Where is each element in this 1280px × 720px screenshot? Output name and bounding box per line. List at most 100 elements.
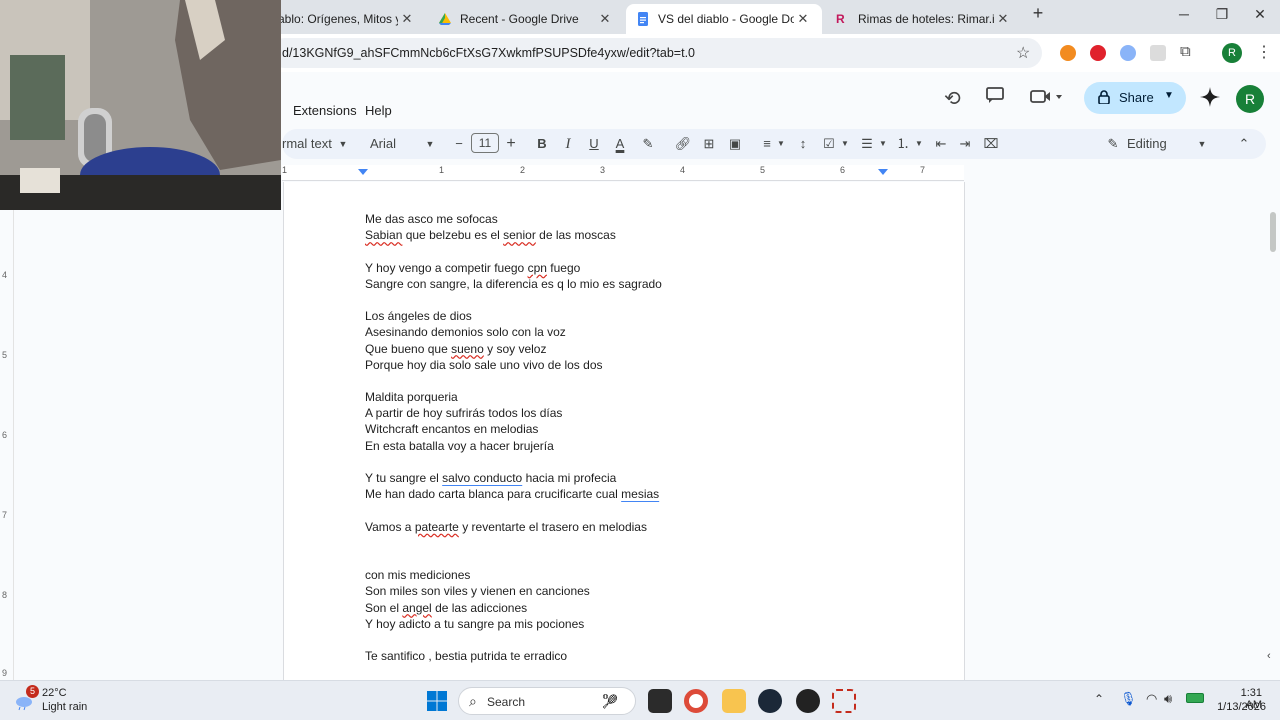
taskbar-search[interactable]: ⌕ Search 🎾︎	[458, 687, 636, 715]
highlight-pen-icon[interactable]: ✎	[640, 135, 656, 153]
document-line[interactable]: Witchcraft encantos en melodias	[365, 421, 925, 437]
clear-formatting-icon[interactable]: ⌧	[982, 135, 1000, 153]
line-spacing-icon[interactable]: ↕	[794, 135, 812, 153]
minimize-button[interactable]: ─	[1170, 6, 1198, 28]
close-window-button[interactable]: ✕	[1246, 6, 1274, 28]
increase-indent-icon[interactable]: ⇥	[956, 135, 974, 153]
document-page[interactable]: Me das asco me sofocas Sabian que belzebu…	[283, 182, 965, 680]
bookmark-star-icon[interactable]: ☆	[1016, 43, 1030, 63]
document-line[interactable]: Sangre con sangre, la diferencia es q lo…	[365, 276, 925, 292]
decrease-font-size-button[interactable]: −	[452, 135, 466, 153]
url-text[interactable]: d/13KGNfG9_ahSFCmmNcb6cFtXsG7XwkmfPSUPSD…	[282, 46, 695, 60]
weather-temp[interactable]: 22°C	[42, 687, 67, 699]
meet-camera-icon[interactable]	[1030, 88, 1064, 106]
insert-image-icon[interactable]: ▣	[726, 135, 744, 153]
numbered-list-icon[interactable]: ⒈	[894, 135, 912, 153]
volume-icon[interactable]: 🔊︎	[1164, 691, 1172, 707]
document-line[interactable]: Sabian que belzebu es el senior de las m…	[365, 227, 925, 243]
editing-mode-dropdown[interactable]: Editing	[1127, 135, 1177, 153]
document-line[interactable]: Porque hoy dia solo sale uno vivo de los…	[365, 357, 925, 373]
document-line[interactable]: Asesinando demonios solo con la voz	[365, 324, 925, 340]
document-line[interactable]: Son el angel de las adicciones	[365, 600, 925, 616]
chevron-down-icon[interactable]: ▼	[1196, 135, 1208, 153]
wifi-icon[interactable]: ◠	[1146, 691, 1157, 707]
document-body[interactable]: Me das asco me sofocas Sabian que belzebu…	[365, 211, 925, 664]
windows-start-icon[interactable]	[425, 689, 449, 713]
battery-icon[interactable]	[1186, 693, 1204, 703]
document-line[interactable]: Maldita porqueria	[365, 389, 925, 405]
chevron-down-icon[interactable]: ▼	[423, 135, 437, 153]
empty-line[interactable]	[365, 551, 925, 567]
microphone-icon[interactable]: 🎙︎	[1120, 691, 1137, 707]
comments-icon[interactable]	[985, 86, 1005, 104]
text-color-button[interactable]: A	[612, 135, 628, 153]
extension-cookie-icon[interactable]	[1060, 45, 1076, 61]
version-history-icon[interactable]: ⟲	[944, 86, 961, 111]
chevron-up-icon[interactable]: ⌃	[1094, 692, 1104, 706]
left-indent-marker[interactable]	[358, 169, 368, 175]
chrome-icon[interactable]	[684, 689, 708, 713]
document-line[interactable]: Te santifico , bestia putrida te erradic…	[365, 648, 925, 664]
tab-rimar[interactable]: R Rimas de hoteles: Rimar.io ✕	[826, 4, 1022, 34]
opera-icon[interactable]	[1090, 45, 1106, 61]
document-line[interactable]: Me han dado carta blanca para crucificar…	[365, 486, 925, 502]
horizontal-ruler[interactable]: 1 1 2 3 4 5 6 7	[282, 165, 964, 181]
document-line[interactable]: Y tu sangre el salvo conducto hacia mi p…	[365, 470, 925, 486]
document-line[interactable]: A partir de hoy sufrirás todos los días	[365, 405, 925, 421]
bold-button[interactable]: B	[534, 135, 550, 153]
tab-google-drive[interactable]: Recent - Google Drive ✕	[428, 4, 624, 34]
snipping-tool-icon[interactable]	[832, 689, 856, 713]
menu-extensions[interactable]: Extensions	[293, 103, 357, 118]
italic-button[interactable]: I	[560, 135, 576, 153]
paragraph-style-dropdown[interactable]: rmal text	[282, 135, 338, 153]
gemini-sparkle-icon[interactable]	[1199, 86, 1221, 108]
extensions-puzzle-icon[interactable]: ⧉	[1180, 43, 1191, 60]
address-bar[interactable]: d/13KGNfG9_ahSFCmmNcb6cFtXsG7XwkmfPSUPSD…	[270, 38, 1042, 68]
chevron-down-icon[interactable]: ▼	[878, 135, 888, 153]
chevron-left-icon[interactable]: ‹	[1267, 650, 1271, 662]
empty-line[interactable]	[365, 502, 925, 518]
document-line[interactable]: Y hoy vengo a competir fuego cpn fuego	[365, 260, 925, 276]
document-line[interactable]: Los ángeles de dios	[365, 308, 925, 324]
document-line[interactable]: Vamos a patearte y reventarte el trasero…	[365, 519, 925, 535]
empty-line[interactable]	[365, 454, 925, 470]
file-explorer-icon[interactable]	[722, 689, 746, 713]
tab-vs-del-diablo[interactable]: VS del diablo - Google Docs ✕	[626, 4, 822, 34]
increase-font-size-button[interactable]: +	[504, 135, 518, 153]
collapse-toolbar-icon[interactable]: ⌃	[1236, 135, 1252, 153]
kebab-menu-icon[interactable]: ⋮	[1256, 42, 1272, 62]
document-line[interactable]: Que bueno que sueno y soy veloz	[365, 341, 925, 357]
document-line[interactable]: Son miles son viles y vienen en cancione…	[365, 583, 925, 599]
close-icon[interactable]: ✕	[596, 11, 614, 27]
empty-line[interactable]	[365, 632, 925, 648]
extension-blank-icon[interactable]	[1150, 45, 1166, 61]
avatar[interactable]: R	[1236, 85, 1264, 113]
clock-date[interactable]: 1/13/2026	[1214, 701, 1266, 713]
weather-desc[interactable]: Light rain	[42, 701, 87, 713]
decrease-indent-icon[interactable]: ⇤	[932, 135, 950, 153]
extension-globe-icon[interactable]	[1120, 45, 1136, 61]
font-dropdown[interactable]: Arial	[370, 135, 420, 153]
underline-button[interactable]: U	[586, 135, 602, 153]
new-tab-button[interactable]: +	[1024, 3, 1052, 25]
document-line[interactable]: con mis mediciones	[365, 567, 925, 583]
empty-line[interactable]	[365, 535, 925, 551]
vertical-scrollbar[interactable]: ‹	[1266, 190, 1280, 680]
task-view-icon[interactable]	[648, 689, 672, 713]
bulleted-list-icon[interactable]: ☰	[858, 135, 876, 153]
chevron-down-icon[interactable]: ▼	[914, 135, 924, 153]
add-comment-icon[interactable]: ⊞	[700, 135, 718, 153]
chevron-down-icon[interactable]: ▼	[1164, 90, 1174, 101]
chevron-down-icon[interactable]: ▼	[840, 135, 850, 153]
share-button[interactable]: Share ▼	[1084, 82, 1186, 114]
maximize-button[interactable]: ❐	[1208, 6, 1236, 28]
insert-link-icon[interactable]: 🔗︎	[674, 135, 692, 153]
empty-line[interactable]	[365, 373, 925, 389]
chatgpt-icon[interactable]	[796, 689, 820, 713]
chevron-down-icon[interactable]: ▼	[336, 135, 350, 153]
vertical-ruler[interactable]: 4 5 6 7 8 9	[0, 210, 14, 680]
profile-avatar[interactable]: R	[1222, 43, 1242, 63]
scrollbar-thumb[interactable]	[1270, 212, 1276, 252]
checklist-icon[interactable]: ☑	[820, 135, 838, 153]
tab-origenes[interactable]: ablo: Orígenes, Mitos y Cu ✕	[268, 4, 426, 34]
